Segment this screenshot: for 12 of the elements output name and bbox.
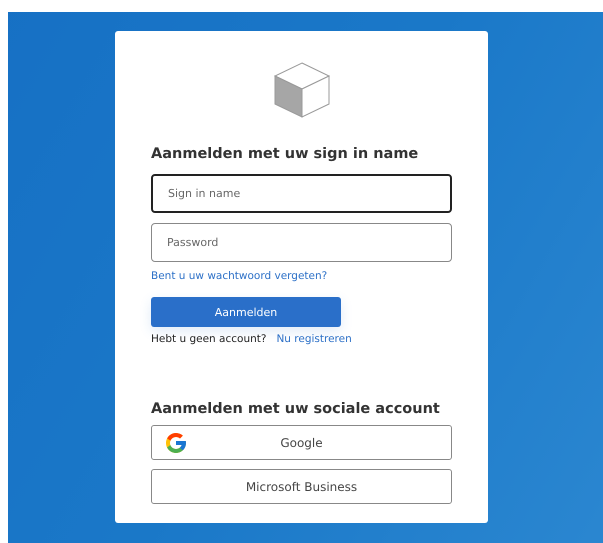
sign-in-button[interactable]: Aanmelden — [151, 297, 341, 327]
sign-in-name-field[interactable]: Sign in name — [151, 174, 452, 213]
sign-in-heading: Aanmelden met uw sign in name — [151, 145, 418, 163]
google-logo-icon — [164, 431, 188, 455]
forgot-password-link[interactable]: Bent u uw wachtwoord vergeten? — [151, 270, 328, 282]
cube-icon — [272, 61, 330, 119]
google-button[interactable]: Google — [151, 425, 452, 460]
social-button[interactable]: Microsoft Business — [151, 469, 452, 504]
password-field[interactable]: Password — [151, 223, 452, 262]
social-heading: Aanmelden met uw sociale account — [151, 400, 440, 418]
register-link[interactable]: Nu registreren — [276, 333, 352, 345]
no-account-text: Hebt u geen account? — [151, 333, 266, 345]
